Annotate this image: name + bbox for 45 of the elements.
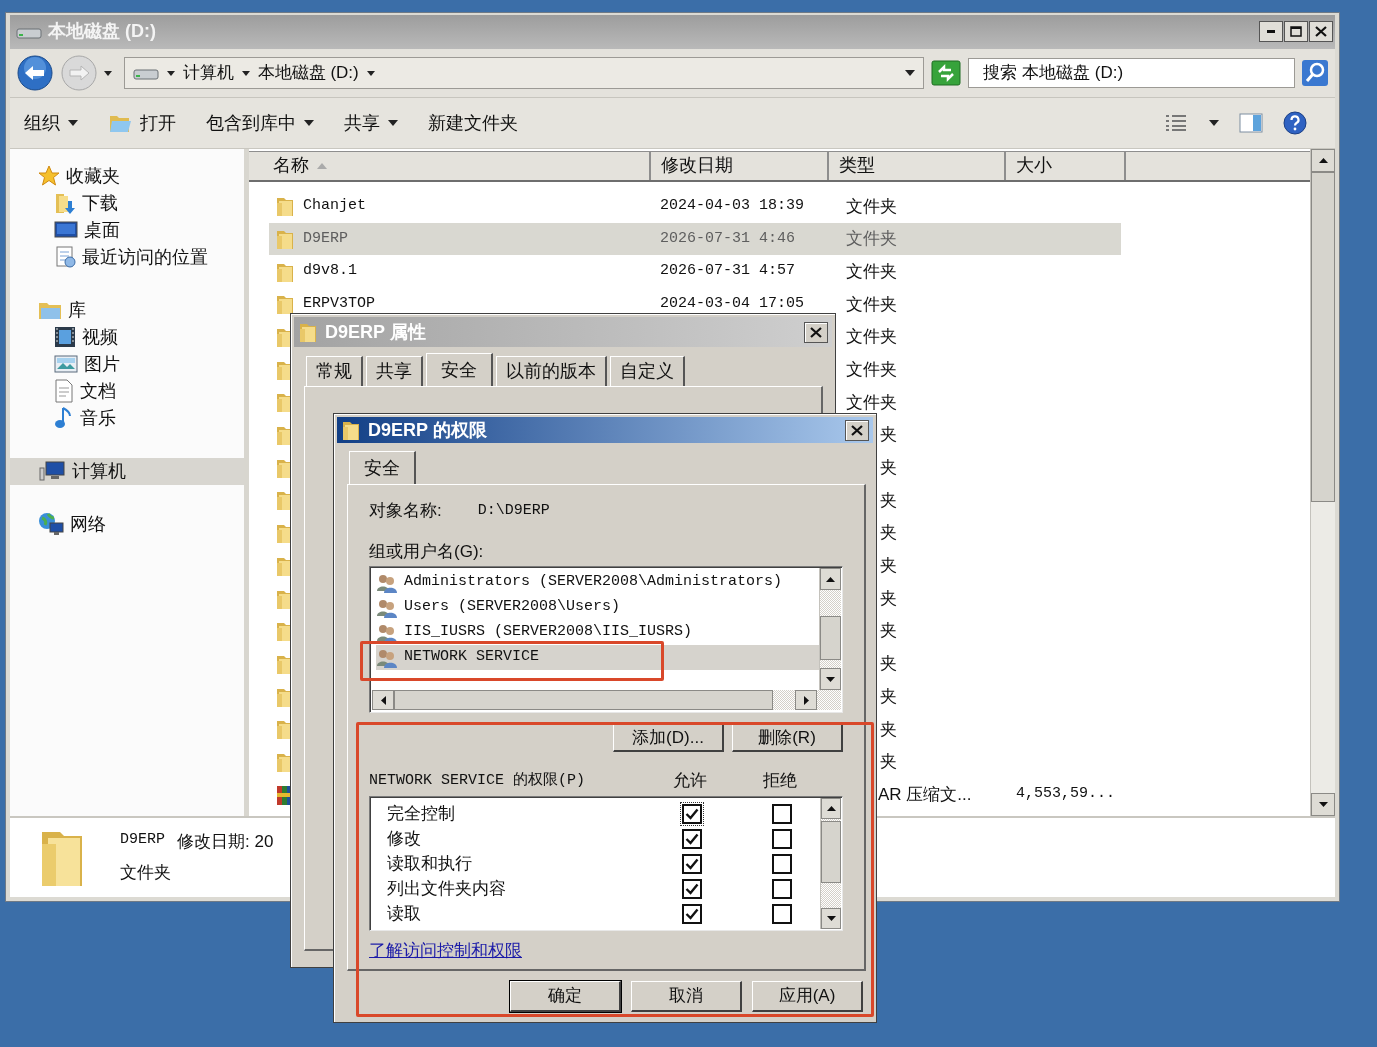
file-type: 夹 <box>880 718 897 741</box>
file-type: AR 压缩文... <box>878 783 972 806</box>
modified-date: 2024-04-03 18:39 <box>660 197 805 215</box>
modified-date: 2026-07-31 4:57 <box>660 262 796 280</box>
file-type: 文件夹 <box>846 260 897 283</box>
file-type: 文件夹 <box>846 195 897 218</box>
file-type: 文件夹 <box>846 391 897 414</box>
dialog-title: D9ERP 属性 <box>325 320 426 344</box>
item-type: 文件夹 <box>120 862 172 885</box>
item-name: D9ERP <box>120 829 165 850</box>
modified-date: 2026-07-31 4:46 <box>660 229 796 247</box>
file-type: 文件夹 <box>846 228 897 251</box>
file-type: 夹 <box>880 522 897 545</box>
file-type: 夹 <box>880 751 897 774</box>
file-type: 夹 <box>880 489 897 512</box>
permissions-label: NETWORK SERVICE 的权限(P) <box>369 770 587 791</box>
file-type: 夹 <box>880 685 897 708</box>
file-name: ERPV3TOP <box>303 294 375 315</box>
file-type: 夹 <box>880 620 897 643</box>
file-name: d9v8.1 <box>303 261 357 282</box>
file-type: 夹 <box>880 555 897 578</box>
permission-name: 完全控制 <box>386 803 456 825</box>
permission-name: 读取 <box>386 903 422 925</box>
file-name: Chanjet <box>303 196 366 217</box>
column-header: 允许 <box>672 770 708 792</box>
modified-date: 2024-03-04 17:05 <box>660 295 805 313</box>
window-title: 本地磁盘 (D:) <box>48 20 156 44</box>
file-size: 4,553,59... <box>1016 785 1116 803</box>
object-name-value: D:\D9ERP <box>477 500 550 521</box>
file-type: 文件夹 <box>846 359 897 381</box>
permission-name: 列出文件夹内容 <box>386 878 507 900</box>
file-type: 夹 <box>880 457 897 480</box>
file-type: 夹 <box>880 587 897 610</box>
object-name-label: 对象名称: <box>369 500 442 523</box>
permission-name: 读取和执行 <box>386 853 473 875</box>
file-type: 夹 <box>880 653 897 676</box>
groups-label: 组或用户名(G): <box>369 541 485 563</box>
dialog-title: D9ERP 的权限 <box>368 418 487 442</box>
file-name: D9ERP <box>303 228 348 249</box>
column-header: 拒绝 <box>762 770 798 792</box>
file-type: 文件夹 <box>846 293 897 316</box>
permission-name: 修改 <box>386 828 422 850</box>
file-type: 文件夹 <box>846 326 897 349</box>
modified-label: 修改日期: 20 <box>177 830 274 853</box>
file-type: 夹 <box>880 424 897 447</box>
